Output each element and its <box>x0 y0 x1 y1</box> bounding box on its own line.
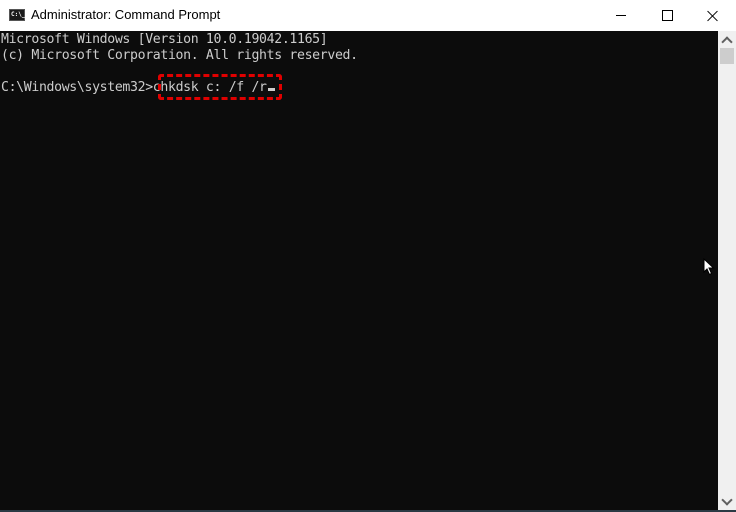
title-bar[interactable]: C:\_ Administrator: Command Prompt <box>0 0 736 31</box>
maximize-button[interactable] <box>644 0 690 31</box>
scroll-down-button[interactable] <box>718 493 736 510</box>
close-button[interactable] <box>690 0 736 31</box>
mouse-pointer-icon <box>703 258 715 276</box>
scroll-up-button[interactable] <box>718 31 736 48</box>
console-output[interactable]: Microsoft Windows [Version 10.0.19042.11… <box>0 31 718 510</box>
console-line-version: Microsoft Windows [Version 10.0.19042.11… <box>1 32 328 47</box>
scrollbar-thumb[interactable] <box>720 48 734 64</box>
command-highlight-box <box>158 74 282 100</box>
command-prompt-window: C:\_ Administrator: Command Prompt Micro… <box>0 0 736 510</box>
close-icon <box>707 10 719 22</box>
console-line-copyright: (c) Microsoft Corporation. All rights re… <box>1 48 358 63</box>
minimize-button[interactable] <box>598 0 644 31</box>
window-title: Administrator: Command Prompt <box>31 7 221 22</box>
chevron-down-icon <box>721 493 733 506</box>
cmd-icon: C:\_ <box>9 9 25 21</box>
prompt: C:\Windows\system32> <box>1 80 153 95</box>
vertical-scrollbar[interactable] <box>718 31 736 510</box>
chevron-up-icon <box>721 35 733 48</box>
minimize-icon <box>616 15 626 16</box>
maximize-icon <box>661 10 673 21</box>
